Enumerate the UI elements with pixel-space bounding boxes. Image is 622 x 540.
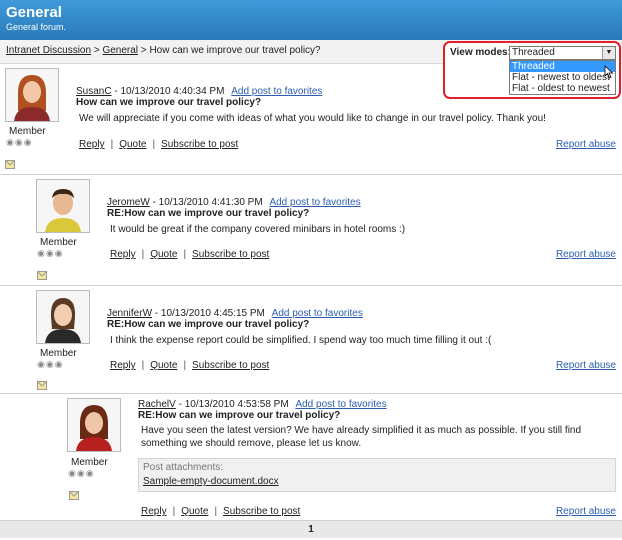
post-item: Member ◉◉◉ JenniferW - 10/13/2010 4:45:1… bbox=[0, 286, 622, 394]
envelope-icon[interactable] bbox=[37, 381, 47, 390]
report-abuse-link[interactable]: Report abuse bbox=[556, 360, 616, 371]
action-separator: | bbox=[172, 506, 176, 517]
add-to-favorites-link[interactable]: Add post to favorites bbox=[269, 197, 360, 208]
post-item: Member ◉◉◉ SusanC - 10/13/2010 4:40:34 P… bbox=[0, 64, 622, 175]
action-separator: | bbox=[183, 360, 187, 371]
quote-link[interactable]: Quote bbox=[150, 360, 177, 371]
add-to-favorites-link[interactable]: Add post to favorites bbox=[295, 399, 386, 410]
reply-link[interactable]: Reply bbox=[110, 249, 136, 260]
breadcrumb-separator: > bbox=[91, 45, 103, 56]
subscribe-link[interactable]: Subscribe to post bbox=[192, 360, 269, 371]
quote-link[interactable]: Quote bbox=[119, 139, 146, 150]
post-author-link[interactable]: SusanC bbox=[76, 86, 112, 97]
view-modes-select[interactable]: Threaded ▼ bbox=[509, 46, 616, 60]
rank-icons: ◉◉◉ bbox=[37, 359, 64, 369]
rank-icons: ◉◉◉ bbox=[68, 468, 95, 478]
envelope-icon[interactable] bbox=[5, 160, 15, 169]
avatar bbox=[36, 179, 90, 233]
add-to-favorites-link[interactable]: Add post to favorites bbox=[231, 86, 322, 97]
report-abuse-link[interactable]: Report abuse bbox=[556, 249, 616, 260]
post-attachments: Post attachments: Sample-empty-document.… bbox=[138, 458, 616, 492]
action-separator: | bbox=[141, 360, 145, 371]
report-abuse-link[interactable]: Report abuse bbox=[556, 139, 616, 150]
post-meta: SusanC - 10/13/2010 4:40:34 PM Add post … bbox=[76, 86, 322, 97]
post-subject: RE:How can we improve our travel policy? bbox=[138, 410, 341, 421]
action-separator: | bbox=[183, 249, 187, 260]
post-date: - 10/13/2010 4:40:34 PM bbox=[111, 86, 225, 97]
action-separator: | bbox=[152, 139, 156, 150]
breadcrumb-current: How can we improve our travel policy? bbox=[149, 45, 321, 56]
post-meta: RachelV - 10/13/2010 4:53:58 PM Add post… bbox=[138, 399, 387, 410]
post-date: - 10/13/2010 4:53:58 PM bbox=[175, 399, 289, 410]
post-subject: RE:How can we improve our travel policy? bbox=[107, 319, 310, 330]
post-author-link[interactable]: RachelV bbox=[138, 399, 176, 410]
avatar bbox=[36, 290, 90, 344]
member-label: Member bbox=[40, 237, 77, 248]
post-subject: RE:How can we improve our travel policy? bbox=[107, 208, 310, 219]
member-label: Member bbox=[40, 348, 77, 359]
reply-link[interactable]: Reply bbox=[79, 139, 105, 150]
attachment-file-link[interactable]: Sample-empty-document.docx bbox=[143, 476, 611, 487]
post-body: Have you seen the latest version? We hav… bbox=[141, 425, 582, 449]
attachments-label: Post attachments: bbox=[143, 462, 224, 473]
post-date: - 10/13/2010 4:41:30 PM bbox=[149, 197, 263, 208]
forum-subtitle: General forum. bbox=[6, 22, 67, 32]
view-modes-selected: Threaded bbox=[512, 47, 555, 58]
post-actions: Reply | Quote | Subscribe to post bbox=[110, 249, 269, 260]
envelope-icon[interactable] bbox=[37, 271, 47, 280]
view-modes-label: View modes: bbox=[450, 47, 511, 58]
post-meta: JenniferW - 10/13/2010 4:45:15 PM Add po… bbox=[107, 308, 363, 319]
reply-link[interactable]: Reply bbox=[110, 360, 136, 371]
page-number[interactable]: 1 bbox=[308, 524, 314, 535]
member-label: Member bbox=[9, 126, 46, 137]
post-meta: JeromeW - 10/13/2010 4:41:30 PM Add post… bbox=[107, 197, 361, 208]
post-date: - 10/13/2010 4:45:15 PM bbox=[152, 308, 265, 319]
action-separator: | bbox=[141, 249, 145, 260]
reply-link[interactable]: Reply bbox=[141, 506, 167, 517]
post-actions: Reply | Quote | Subscribe to post bbox=[79, 139, 238, 150]
post-subject: How can we improve our travel policy? bbox=[76, 97, 262, 108]
rank-icons: ◉◉◉ bbox=[37, 248, 64, 258]
post-item: Member ◉◉◉ JeromeW - 10/13/2010 4:41:30 … bbox=[0, 175, 622, 286]
action-separator: | bbox=[214, 506, 218, 517]
forum-title: General bbox=[6, 4, 62, 21]
quote-link[interactable]: Quote bbox=[181, 506, 208, 517]
rank-icons: ◉◉◉ bbox=[6, 137, 33, 147]
avatar bbox=[67, 398, 121, 452]
post-actions: Reply | Quote | Subscribe to post bbox=[141, 506, 300, 517]
envelope-icon[interactable] bbox=[69, 491, 79, 500]
forum-header: General General forum. bbox=[0, 0, 622, 40]
subscribe-link[interactable]: Subscribe to post bbox=[161, 139, 238, 150]
subscribe-link[interactable]: Subscribe to post bbox=[223, 506, 300, 517]
post-body: I think the expense report could be simp… bbox=[110, 335, 492, 346]
report-abuse-link[interactable]: Report abuse bbox=[556, 506, 616, 517]
subscribe-link[interactable]: Subscribe to post bbox=[192, 249, 269, 260]
action-separator: | bbox=[110, 139, 114, 150]
post-body: We will appreciate if you come with idea… bbox=[79, 113, 546, 124]
breadcrumb-forum-link[interactable]: General bbox=[102, 45, 138, 56]
post-author-link[interactable]: JeromeW bbox=[107, 197, 150, 208]
post-body: It would be great if the company covered… bbox=[110, 224, 406, 235]
breadcrumb-root-link[interactable]: Intranet Discussion bbox=[6, 45, 91, 56]
post-actions: Reply | Quote | Subscribe to post bbox=[110, 360, 269, 371]
breadcrumb-separator: > bbox=[138, 45, 150, 56]
post-author-link[interactable]: JenniferW bbox=[107, 308, 152, 319]
quote-link[interactable]: Quote bbox=[150, 249, 177, 260]
pager: 1 bbox=[0, 520, 622, 538]
post-item: Member ◉◉◉ RachelV - 10/13/2010 4:53:58 … bbox=[0, 394, 622, 520]
add-to-favorites-link[interactable]: Add post to favorites bbox=[272, 308, 363, 319]
chevron-down-icon[interactable]: ▼ bbox=[602, 47, 615, 59]
member-label: Member bbox=[71, 457, 108, 468]
avatar bbox=[5, 68, 59, 122]
